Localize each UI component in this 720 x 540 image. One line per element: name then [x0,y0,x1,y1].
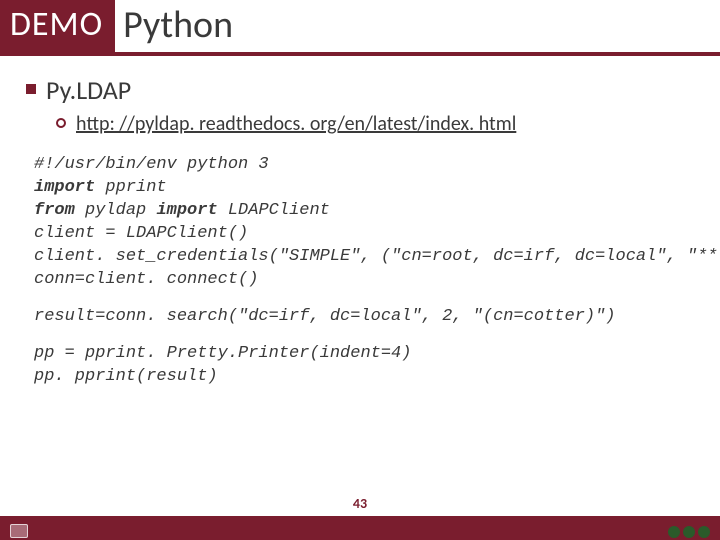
code-line: #!/usr/bin/env python 3 [34,154,690,177]
circle-bullet-icon [56,118,66,128]
square-bullet-icon [26,84,36,94]
demo-badge: DEMO [0,0,115,52]
bullet-1-text: Py.LDAP [46,74,131,106]
bullet-level-2: http: //pyldap. readthedocs. org/en/late… [56,112,694,136]
code-line: result=conn. search("dc=irf, dc=local", … [34,306,690,329]
seal-icon [668,526,680,538]
footer-logo-right [668,526,710,538]
code-block: #!/usr/bin/env python 3 import pprint fr… [26,152,694,388]
page-number: 43 [353,495,367,516]
code-line: from pyldap import LDAPClient [34,200,690,223]
code-line: conn=client. connect() [34,269,690,292]
footer-bar [0,516,720,540]
code-line: pp. pprint(result) [34,366,690,389]
code-line: client. set_credentials("SIMPLE", ("cn=r… [34,246,690,269]
code-line: import pprint [34,177,690,200]
slide-header: DEMO Python [0,0,720,56]
bullet-level-1: Py.LDAP [26,74,694,106]
seal-icon [683,526,695,538]
code-line: client = LDAPClient() [34,223,690,246]
docs-link[interactable]: http: //pyldap. readthedocs. org/en/late… [76,112,516,136]
code-line: pp = pprint. Pretty.Printer(indent=4) [34,343,690,366]
slide-body: Py.LDAP http: //pyldap. readthedocs. org… [0,74,720,388]
footer-logo-left [10,524,28,538]
slide-title: Python [115,0,233,52]
seal-icon [698,526,710,538]
building-icon [10,524,28,538]
